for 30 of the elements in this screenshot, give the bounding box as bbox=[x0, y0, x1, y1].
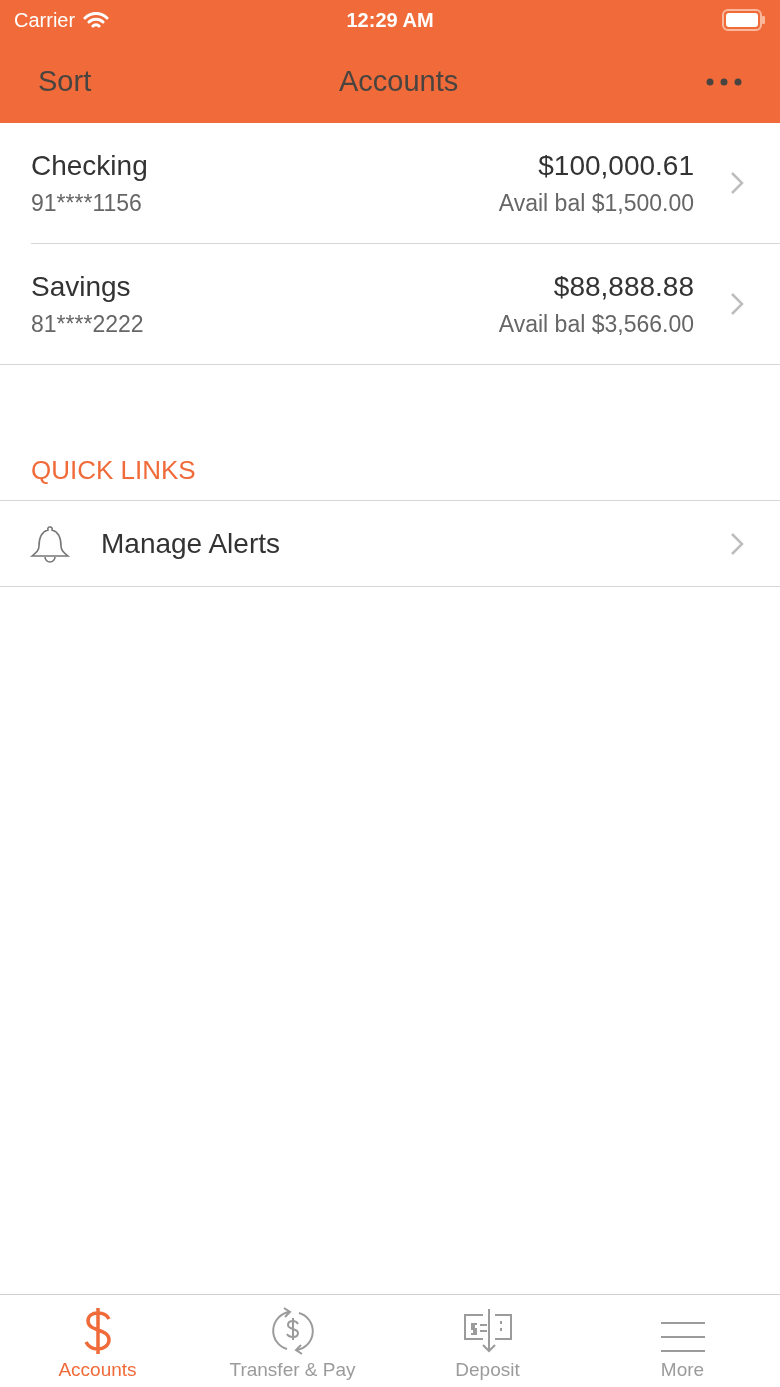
available-balance: Avail bal $3,566.00 bbox=[498, 310, 694, 338]
account-balance: $88,888.88 bbox=[553, 270, 694, 303]
chevron-icon bbox=[730, 292, 744, 316]
account-number: 81****2222 bbox=[31, 310, 144, 338]
tab-item[interactable]: Deposit bbox=[390, 1295, 585, 1387]
quick-link-label: Manage Alerts bbox=[101, 527, 280, 560]
carrier-label: Carrier bbox=[14, 8, 76, 32]
account-name: Checking bbox=[31, 149, 148, 182]
more-icon[interactable] bbox=[706, 77, 742, 86]
tab-item[interactable]: Transfer & Pay bbox=[195, 1295, 390, 1387]
nav-title: Accounts bbox=[338, 65, 459, 98]
check-deposit-icon bbox=[462, 1307, 513, 1355]
bell-icon bbox=[29, 523, 71, 564]
wifi-icon bbox=[83, 10, 110, 30]
sort-button[interactable]: Sort bbox=[38, 65, 92, 98]
account-row[interactable]: Savings 81****2222 $88,888.88 Avail bal $3,566.00 bbox=[0, 244, 780, 364]
account-balance: $100,000.61 bbox=[538, 149, 694, 182]
status-time: 12:29 AM bbox=[346, 8, 434, 32]
available-balance: Avail bal $1,500.00 bbox=[498, 189, 694, 217]
chevron-icon bbox=[730, 171, 744, 195]
account-name: Savings bbox=[31, 270, 131, 303]
tab-item[interactable]: More bbox=[585, 1295, 780, 1387]
section-heading: QUICK LINKS bbox=[30, 454, 197, 487]
tab-item[interactable]: Accounts bbox=[0, 1295, 195, 1387]
quick-link-row[interactable]: Manage Alerts bbox=[0, 501, 780, 586]
battery-icon bbox=[722, 9, 766, 31]
chevron-icon bbox=[730, 531, 744, 556]
account-row[interactable]: Checking 91****1156 $100,000.61 Avail bal $1,500.00 bbox=[0, 123, 780, 243]
menu-icon bbox=[659, 1319, 706, 1355]
account-number: 91****1156 bbox=[31, 189, 142, 217]
